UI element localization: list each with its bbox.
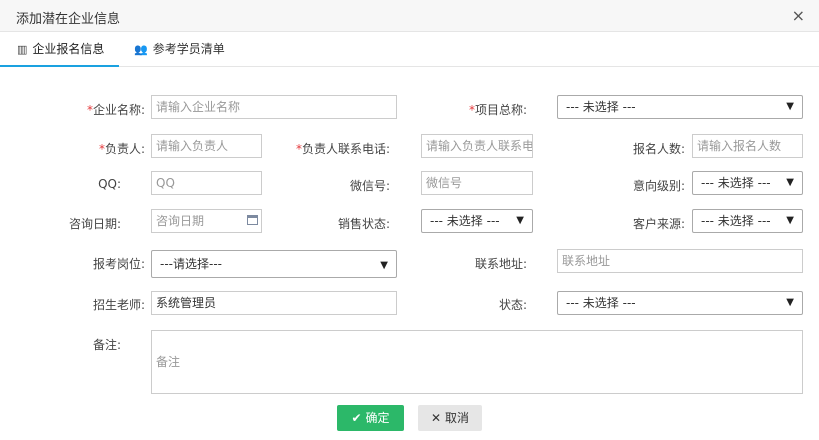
label-text: 负责人联系电话: <box>301 142 390 156</box>
select-value: --- 未选择 --- <box>566 100 636 114</box>
users-icon: 👥 <box>134 43 148 56</box>
close-icon[interactable]: × <box>792 6 805 25</box>
chevron-down-icon: ▼ <box>516 215 524 226</box>
chevron-down-icon: ▼ <box>786 297 794 308</box>
status-label: 状态: <box>498 298 527 312</box>
chevron-down-icon: ▼ <box>786 215 794 226</box>
dialog-titlebar: 添加潜在企业信息 × <box>0 0 819 32</box>
chevron-down-icon: ▼ <box>380 260 388 271</box>
qq-label: QQ: <box>98 177 121 191</box>
wechat-label: 微信号: <box>349 179 390 193</box>
remark-label: 备注: <box>92 338 121 352</box>
calendar-icon[interactable] <box>247 215 258 225</box>
select-value: ---请选择--- <box>160 257 222 271</box>
select-value: --- 未选择 --- <box>701 176 771 190</box>
teacher-label: 招生老师: <box>92 298 145 312</box>
tab-bar: ▥ 企业报名信息 👥 参考学员清单 <box>0 33 819 67</box>
consult-date-label: 咨询日期: <box>68 217 121 231</box>
confirm-label: 确定 <box>365 411 390 425</box>
contact-label: *负责人: <box>99 140 145 157</box>
consult-date-input[interactable]: 咨询日期 <box>151 209 262 233</box>
select-value: --- 未选择 --- <box>566 296 636 310</box>
project-select[interactable]: --- 未选择 --- ▼ <box>557 95 803 119</box>
project-label: *项目总称: <box>469 101 527 118</box>
contact-phone-label: *负责人联系电话: <box>296 140 390 157</box>
cancel-button[interactable]: ✕ 取消 <box>418 405 482 431</box>
dialog-title: 添加潜在企业信息 <box>16 12 121 27</box>
intent-level-label: 意向级别: <box>632 179 685 193</box>
wechat-input[interactable]: 微信号 <box>421 171 533 195</box>
teacher-input[interactable]: 系统管理员 <box>151 291 397 315</box>
customer-source-label: 客户来源: <box>632 217 685 231</box>
address-label: 联系地址: <box>474 257 527 271</box>
tab-student-list[interactable]: 👥 参考学员清单 <box>134 33 244 67</box>
label-text: 项目总称: <box>474 103 527 117</box>
select-value: --- 未选择 --- <box>701 214 771 228</box>
tab-label: 企业报名信息 <box>32 42 105 56</box>
tab-company-enroll-info[interactable]: ▥ 企业报名信息 <box>0 33 119 67</box>
chevron-down-icon: ▼ <box>786 101 794 112</box>
cancel-label: 取消 <box>444 411 469 425</box>
contact-input[interactable]: 请输入负责人 <box>151 134 262 158</box>
sales-status-select[interactable]: --- 未选择 --- ▼ <box>421 209 533 233</box>
status-select[interactable]: --- 未选择 --- ▼ <box>557 291 803 315</box>
address-input[interactable]: 联系地址 <box>557 249 803 273</box>
company-name-input[interactable]: 请输入企业名称 <box>151 95 397 119</box>
label-text: 负责人: <box>104 142 145 156</box>
exam-position-select[interactable]: ---请选择--- ▼ <box>151 250 397 278</box>
list-icon: ▥ <box>17 43 28 56</box>
placeholder-text: 咨询日期 <box>156 214 205 228</box>
sales-status-label: 销售状态: <box>337 217 390 231</box>
enroll-count-label: 报名人数: <box>632 142 685 156</box>
qq-input[interactable]: QQ <box>151 171 262 195</box>
customer-source-select[interactable]: --- 未选择 --- ▼ <box>692 209 803 233</box>
confirm-button[interactable]: ✔ 确定 <box>337 405 404 431</box>
exam-position-label: 报考岗位: <box>92 257 145 271</box>
intent-level-select[interactable]: --- 未选择 --- ▼ <box>692 171 803 195</box>
tab-label: 参考学员清单 <box>152 42 225 56</box>
remark-textarea[interactable]: 备注 <box>151 330 803 394</box>
select-value: --- 未选择 --- <box>430 214 500 228</box>
label-text: 企业名称: <box>92 103 145 117</box>
check-icon: ✔ <box>351 411 362 425</box>
contact-phone-input[interactable]: 请输入负责人联系电 <box>421 134 533 158</box>
enroll-count-input[interactable]: 请输入报名人数 <box>692 134 803 158</box>
company-name-label: *企业名称: <box>87 101 145 118</box>
chevron-down-icon: ▼ <box>786 177 794 188</box>
close-icon: ✕ <box>431 411 442 425</box>
